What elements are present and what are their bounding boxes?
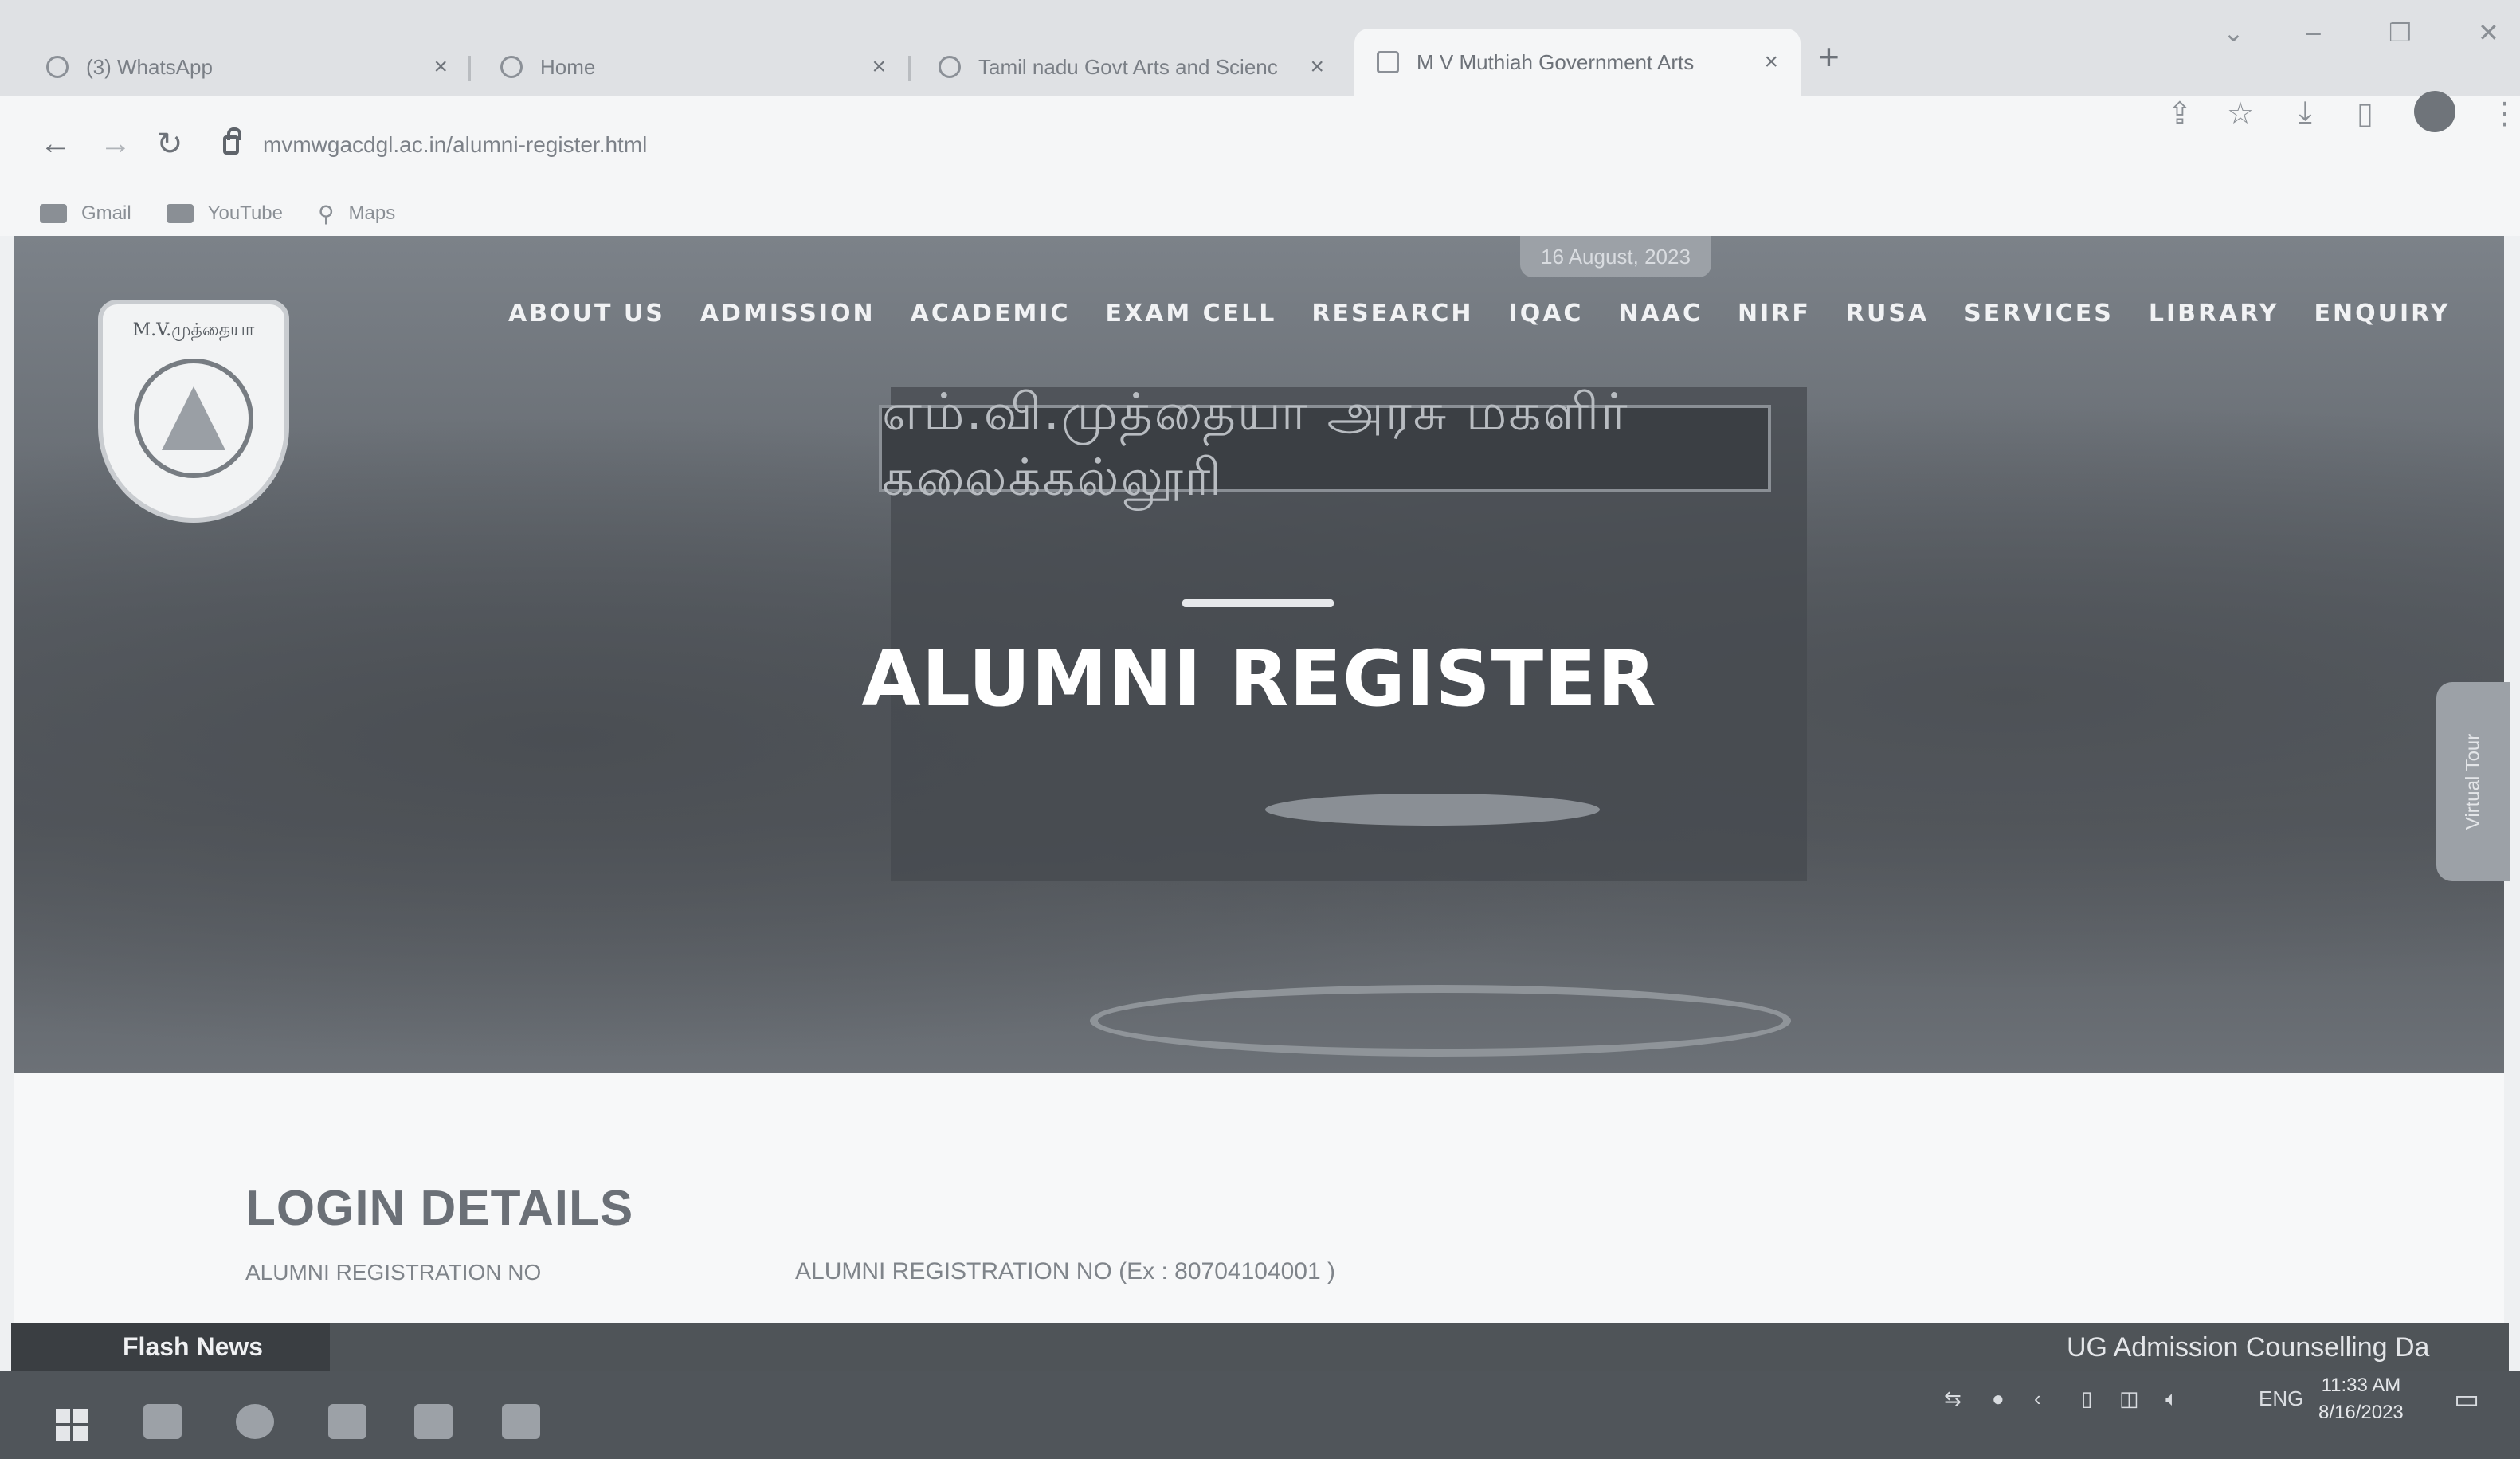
wifi-icon[interactable]: ◫ [2119,1386,2139,1411]
nav-services[interactable]: SERVICES [1964,300,2114,327]
side-panel-icon[interactable]: ▯ [2357,96,2373,131]
gmail-icon [40,204,67,223]
file-explorer-icon[interactable] [143,1404,182,1439]
share-icon[interactable]: ⇪ [2167,96,2193,131]
youtube-icon [166,204,194,223]
nav-library[interactable]: LIBRARY [2149,300,2279,327]
nav-about-us[interactable]: ABOUT US [508,300,665,327]
globe-icon [939,56,961,78]
language-indicator[interactable]: ENG [2259,1386,2303,1411]
tab-label: Home [540,54,596,79]
nav-research[interactable]: RESEARCH [1311,300,1473,327]
tab-whatsapp[interactable]: (3) WhatsApp × [24,38,470,96]
tab-search-icon[interactable]: ⌄ [2223,18,2244,48]
chrome-icon[interactable] [236,1404,274,1439]
nav-enquiry[interactable]: ENQUIRY [2314,300,2451,327]
logo-text: M.V.முத்தையா [132,320,255,340]
college-logo[interactable]: M.V.முத்தையா [98,300,289,523]
globe-icon [500,56,523,78]
logo-emblem [134,359,253,478]
window-close-icon[interactable]: ✕ [2478,18,2499,48]
address-bar[interactable]: mvmwgacdgl.ac.in/alumni-register.html [223,120,2119,171]
flash-news-bar: Flash News UG Admission Counselling Da [11,1323,2509,1371]
nav-exam-cell[interactable]: EXAM CELL [1106,300,1277,327]
hero-divider [1182,599,1334,607]
close-icon[interactable]: × [433,53,448,80]
nav-admission[interactable]: ADMISSION [700,300,876,327]
tab-separator [468,56,471,81]
nav-rusa[interactable]: RUSA [1846,300,1929,327]
tab-separator [908,56,911,81]
reload-icon[interactable]: ↻ [156,126,183,163]
minimize-icon[interactable]: – [2306,18,2321,47]
document-icon [1377,51,1399,73]
profile-avatar[interactable] [2414,91,2455,132]
taskbar-app-icon[interactable] [328,1404,366,1439]
restore-icon[interactable]: ❐ [2389,18,2412,48]
screen: (3) WhatsApp × Home × Tamil nadu Govt Ar… [0,0,2520,1459]
page-title: ALUMNI REGISTER [861,634,1657,724]
clock-time: 11:33 AM [2321,1375,2401,1396]
new-tab-button[interactable]: + [1818,35,1840,78]
close-icon[interactable]: × [1764,49,1778,76]
bookmark-label: YouTube [207,202,283,224]
emblem-icon [162,386,225,450]
close-icon[interactable]: × [1310,53,1324,80]
tab-mv-muthiah[interactable]: M V Muthiah Government Arts × [1354,29,1801,96]
clock-date: 8/16/2023 [2318,1402,2404,1423]
login-details-heading: LOGIN DETAILS [245,1181,634,1236]
bookmark-label: Gmail [81,202,131,224]
tab-label: M V Muthiah Government Arts [1417,49,1695,74]
nav-academic[interactable]: ACADEMIC [911,300,1071,327]
download-icon[interactable]: ⤓ [2299,96,2312,130]
tab-tn-govt-arts[interactable]: Tamil nadu Govt Arts and Scienc × [916,38,1346,96]
lock-icon[interactable] [223,127,241,155]
forward-arrow-icon[interactable]: → [100,126,131,162]
whatsapp-icon [46,56,69,78]
nav-naac[interactable]: NAAC [1618,300,1703,327]
show-hidden-icons-icon[interactable]: ‹ [2034,1386,2041,1411]
virtual-tour-label: Virtual Tour [2462,733,2484,830]
tab-home[interactable]: Home × [478,38,908,96]
fountain-base-image [1090,985,1791,1057]
notifications-icon[interactable]: ▭ [2454,1383,2479,1415]
bookmark-youtube[interactable]: YouTube [166,202,283,225]
date-badge: 16 August, 2023 [1520,236,1711,277]
registration-no-label: ALUMNI REGISTRATION NO [245,1260,542,1284]
bookmark-star-icon[interactable]: ☆ [2227,96,2254,131]
main-navigation: ABOUT US ADMISSION ACADEMIC EXAM CELL RE… [508,300,2450,327]
url-text: mvmwgacdgl.ac.in/alumni-register.html [263,132,648,157]
maps-pin-icon: ⚲ [317,201,335,226]
excel-icon[interactable] [414,1404,453,1439]
bookmarks-bar: Gmail YouTube ⚲ Maps [0,191,2520,236]
back-arrow-icon[interactable]: ← [40,126,72,162]
bookmark-maps[interactable]: ⚲ Maps [318,201,395,227]
virtual-tour-button[interactable]: Virtual Tour [2436,682,2510,881]
close-icon[interactable]: × [872,53,886,80]
hero-banner: எம்.வி.முத்தையா அரசு மகளிர் கலைக்கல்லூரி… [14,236,2510,1073]
website-viewport: எம்.வி.முத்தையா அரசு மகளிர் கலைக்கல்லூரி… [14,236,2510,1343]
tray-app-icon[interactable]: ● [1992,1386,2005,1411]
fountain-image [1265,794,1600,826]
tab-label: (3) WhatsApp [86,54,213,79]
word-icon[interactable] [502,1404,540,1439]
windows-taskbar [0,1371,2520,1459]
battery-icon[interactable]: ▯ [2081,1386,2092,1411]
system-clock[interactable]: 11:33 AM 8/16/2023 [2318,1372,2404,1426]
registration-no-input[interactable] [787,1248,1903,1296]
flash-news-text[interactable]: UG Admission Counselling Da [2067,1332,2429,1363]
volume-icon[interactable]: 🔈︎ [2165,1386,2178,1412]
nav-nirf[interactable]: NIRF [1738,300,1811,327]
flash-news-badge: Flash News [11,1323,330,1371]
bookmark-label: Maps [348,202,396,224]
tab-label: Tamil nadu Govt Arts and Scienc [978,54,1278,79]
building-sign: எம்.வி.முத்தையா அரசு மகளிர் கலைக்கல்லூரி [879,383,1771,508]
windows-start-icon[interactable] [56,1409,88,1441]
bookmark-gmail[interactable]: Gmail [40,202,131,225]
nav-iqac[interactable]: IQAC [1509,300,1584,327]
menu-dots-icon[interactable]: ⋮ [2490,96,2520,131]
network-icon[interactable]: ⇆ [1944,1386,1962,1411]
